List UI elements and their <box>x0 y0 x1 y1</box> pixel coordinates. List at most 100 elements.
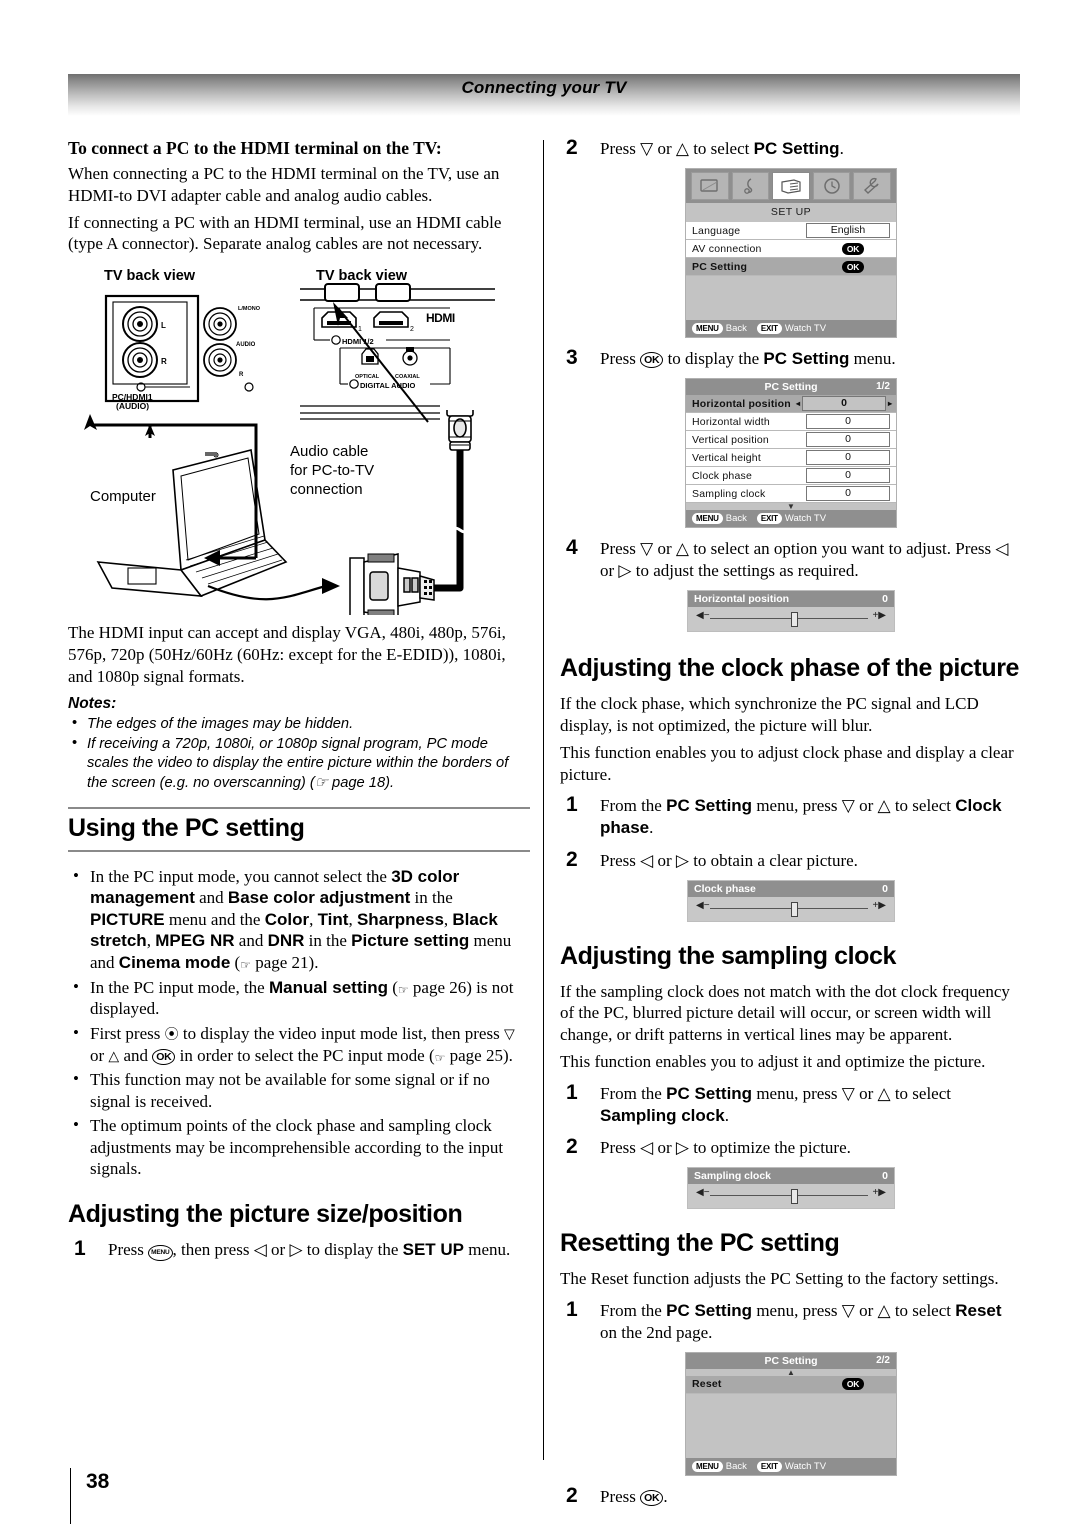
slider-decrease-icon[interactable]: ◀− <box>696 900 710 911</box>
ok-badge-icon: OK <box>841 242 865 255</box>
timer-icon[interactable] <box>812 172 851 201</box>
slider-decrease-icon[interactable]: ◀− <box>696 610 710 621</box>
footer-back-hint: MENU Back <box>692 1460 747 1472</box>
step-text-part: menu. <box>464 1239 511 1259</box>
slider-track[interactable]: ◀− +▶ <box>696 900 886 917</box>
step-text-emphasis: Sampling clock <box>600 1105 725 1125</box>
setup-menu-footer: MENU Back EXIT Watch TV <box>686 320 896 338</box>
slider-increase-icon[interactable]: +▶ <box>872 900 886 911</box>
step-text-part: menu, press ▽ or △ to select <box>752 1083 951 1103</box>
footer-exit-hint: EXIT Watch TV <box>756 1460 826 1472</box>
slider-line <box>710 907 868 909</box>
slider-label: Clock phase <box>694 882 756 895</box>
svg-text:AUDIO: AUDIO <box>236 342 256 348</box>
menu-key-badge-icon: MENU <box>692 1460 723 1472</box>
svg-text:DIGITAL AUDIO: DIGITAL AUDIO <box>360 381 415 390</box>
slider-knob[interactable] <box>791 901 798 917</box>
clock-phase-step-2: 2 Press ◁ or ▷ to obtain a clear picture… <box>560 848 1022 872</box>
clock-phase-paragraph-2: This function enables you to adjust cloc… <box>560 742 1014 784</box>
step-text-emphasis: PC Setting <box>666 1300 753 1320</box>
manual-page: Connecting your TV To connect a PC to th… <box>0 0 1080 1527</box>
setup-row-pc-setting[interactable]: PC Setting OK <box>686 258 896 277</box>
slider-knob[interactable] <box>791 1188 798 1204</box>
heading-adjusting-picture-size-position: Adjusting the picture size/position <box>68 1199 463 1228</box>
step-text-part: Press ▽ or △ to select <box>600 139 754 158</box>
pc-setting-menu-title-bar: PC Setting 1/2 <box>686 379 896 396</box>
pc-setting-row-value: 0 <box>806 414 890 430</box>
step-number: 1 <box>566 1297 578 1321</box>
reset-menu-title: PC Setting <box>764 1354 818 1367</box>
right-arrow-icon[interactable]: ▸ <box>888 399 892 408</box>
step-text-part: . <box>839 139 844 158</box>
page-header-band: Connecting your TV <box>68 74 1020 116</box>
pc-setting-menu-page-indicator: 1/2 <box>876 381 890 393</box>
pc-setting-row-sampling-clock[interactable]: Sampling clock 0 <box>686 485 896 504</box>
reset-step-1: 1 From the PC Setting menu, press ▽ or △… <box>560 1297 1022 1344</box>
picture-icon[interactable] <box>691 172 729 201</box>
reset-menu-footer: MENU Back EXIT Watch TV <box>686 1457 896 1475</box>
audio-icon[interactable] <box>731 172 770 201</box>
pc-setting-row-vertical-height[interactable]: Vertical height 0 <box>686 449 896 468</box>
clock-phase-paragraph-1: If the clock phase, which synchronize th… <box>560 694 979 736</box>
slider-label: Sampling clock <box>694 1169 772 1182</box>
list-item: The optimum points of the clock phase an… <box>68 1114 530 1180</box>
exit-key-badge-icon: EXIT <box>756 513 782 525</box>
notes-title: Notes: <box>68 695 117 713</box>
step-number: 2 <box>566 1483 578 1507</box>
setup-row-value: OK <box>810 260 896 273</box>
ok-key-icon: OK <box>640 352 664 369</box>
step-text: Press ▽ or △ to select an option you wan… <box>600 539 1009 581</box>
pc-setting-row-clock-phase[interactable]: Clock phase 0 <box>686 467 896 486</box>
page-number-rule <box>70 1468 71 1524</box>
notes-list: The edges of the images may be hidden. I… <box>68 714 530 792</box>
exit-key-badge-icon: EXIT <box>756 323 782 335</box>
svg-text:R: R <box>161 357 167 366</box>
pc-setting-menu-screenshot: PC Setting 1/2 Horizontal position ◂ 0 ▸… <box>685 378 897 529</box>
step-text-part: . <box>724 1105 729 1125</box>
pc-setting-row-vertical-position[interactable]: Vertical position 0 <box>686 431 896 450</box>
setup-row-av-connection[interactable]: AV connection OK <box>686 240 896 259</box>
pc-setting-row-horizontal-position[interactable]: Horizontal position ◂ 0 ▸ <box>686 395 896 414</box>
step-text-part: , then press ◁ or ▷ to display the <box>172 1239 403 1259</box>
list-item: In the PC input mode, the Manual setting… <box>68 976 530 1020</box>
left-arrow-icon[interactable]: ◂ <box>796 399 800 408</box>
reset-row[interactable]: Reset OK <box>686 1375 896 1394</box>
svg-text:L/MONO: L/MONO <box>238 306 261 312</box>
pc-setting-row-horizontal-width[interactable]: Horizontal width 0 <box>686 413 896 432</box>
setup-row-language[interactable]: Language English <box>686 222 896 241</box>
left-column: To connect a PC to the HDMI terminal on … <box>68 138 530 1267</box>
tools-icon[interactable] <box>853 172 891 201</box>
heading-using-the-pc-setting: Using the PC setting <box>68 806 530 852</box>
slider-title-bar: Clock phase 0 <box>688 880 894 897</box>
setup-menu-screenshot: SET UP Language English AV connection OK… <box>685 168 897 339</box>
pc-setting-row-label: Horizontal width <box>692 415 770 428</box>
step-text-part: From the <box>600 1300 667 1320</box>
step-number: 1 <box>74 1236 86 1260</box>
footer-back-hint: MENU Back <box>692 323 747 335</box>
slider-increase-icon[interactable]: +▶ <box>872 610 886 621</box>
tv-back-view-label-1: TV back view <box>104 268 196 284</box>
setup-row-value: English <box>806 223 890 239</box>
slider-track[interactable]: ◀− +▶ <box>696 1187 886 1204</box>
audio-cable-label: Audio cable for PC-to-TV connection <box>290 442 374 500</box>
sampling-clock-paragraph-1: If the sampling clock does not match wit… <box>560 981 1010 1045</box>
reset-step-2: 2 Press OK. <box>560 1483 1022 1508</box>
slider-track[interactable]: ◀− +▶ <box>696 610 886 628</box>
horizontal-position-slider-screenshot: Horizontal position 0 ◀− +▶ <box>687 590 895 633</box>
page-header-title: Connecting your TV <box>461 78 627 97</box>
slider-increase-icon[interactable]: +▶ <box>872 1187 886 1198</box>
reset-row-value: OK <box>810 1378 896 1391</box>
footer-back-label: Back <box>725 323 747 335</box>
footer-back-label: Back <box>725 513 747 525</box>
pc-setting-menu-footer: MENU Back EXIT Watch TV <box>686 510 896 528</box>
step-text-part: From the <box>600 1083 667 1103</box>
footer-back-hint: MENU Back <box>692 513 747 525</box>
setup-icon[interactable] <box>772 172 810 201</box>
slider-decrease-icon[interactable]: ◀− <box>696 1187 710 1198</box>
slider-knob[interactable] <box>791 612 798 628</box>
slider-title-bar: Sampling clock 0 <box>688 1167 894 1184</box>
pc-setting-row-value: 0 <box>806 432 890 448</box>
sampling-clock-paragraph-2: This function enables you to adjust it a… <box>560 1051 986 1071</box>
step-number: 2 <box>566 1134 578 1158</box>
svg-text:2: 2 <box>410 326 414 333</box>
